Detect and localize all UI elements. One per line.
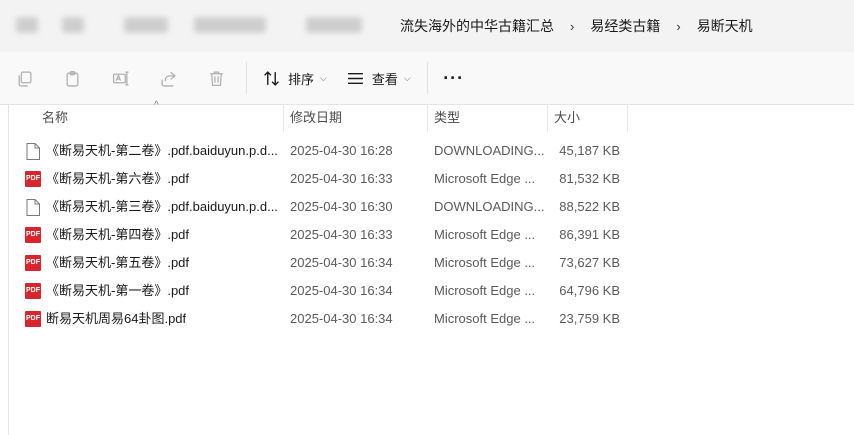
pdf-badge: PDF: [25, 171, 41, 187]
file-size: 45,187 KB: [559, 143, 620, 158]
pdf-icon: PDF: [24, 310, 42, 328]
file-size: 81,532 KB: [559, 171, 620, 186]
pdf-icon: PDF: [24, 170, 42, 188]
pdf-badge: PDF: [25, 283, 41, 299]
file-icon: [24, 198, 42, 216]
blurred-path: [0, 0, 390, 52]
file-name: 《断易天机-第五卷》.pdf: [46, 255, 190, 270]
copy-button[interactable]: [0, 58, 48, 98]
file-type: DOWNLOADING...: [434, 143, 545, 158]
file-date: 2025-04-30 16:34: [290, 255, 393, 270]
file-date: 2025-04-30 16:30: [290, 199, 393, 214]
file-name: 断易天机周易64卦图.pdf: [46, 311, 187, 326]
navigation-pane-border: [8, 104, 9, 435]
file-name-cell: 《断易天机-第三卷》.pdf.baiduyun.p.d...: [24, 193, 282, 221]
share-button[interactable]: [144, 58, 192, 98]
file-name-cell: PDF 《断易天机-第一卷》.pdf: [24, 277, 282, 305]
more-options-button[interactable]: ···: [434, 58, 474, 98]
pdf-icon: PDF: [24, 254, 42, 272]
column-header-name[interactable]: 名称: [36, 104, 284, 132]
breadcrumb: 流失海外的中华古籍汇总 › 易经类古籍 › 易断天机: [392, 0, 761, 52]
file-row[interactable]: PDF 《断易天机-第六卷》.pdf 2025-04-30 16:33 Microso…: [24, 165, 628, 193]
pdf-badge: PDF: [25, 227, 41, 243]
rename-icon: [112, 70, 128, 86]
view-label: 查看: [371, 71, 398, 87]
file-name: 《断易天机-第六卷》.pdf: [46, 171, 190, 186]
file-date: 2025-04-30 16:28: [290, 143, 393, 158]
toolbar-divider: [246, 62, 247, 94]
rename-button[interactable]: [96, 58, 144, 98]
share-icon: [160, 71, 176, 87]
sort-menu-button[interactable]: 排序 ⌵: [253, 58, 337, 98]
file-list: ^ 名称 修改日期 类型 大小 《断易天机-第二卷》.pdf.baiduyun.…: [0, 100, 854, 435]
file-type: Microsoft Edge ...: [434, 227, 536, 242]
copy-icon: [18, 70, 32, 87]
file-size: 86,391 KB: [559, 227, 620, 242]
file-size: 73,627 KB: [559, 255, 620, 270]
view-menu-button[interactable]: 查看 ⌵: [337, 58, 421, 98]
sort-icon: [264, 70, 279, 86]
file-size: 64,796 KB: [559, 283, 620, 298]
file-date: 2025-04-30 16:34: [290, 311, 393, 326]
paste-button[interactable]: [48, 58, 96, 98]
toolbar-divider: [426, 62, 428, 94]
file-name: 《断易天机-第二卷》.pdf.baiduyun.p.d...: [46, 143, 278, 158]
sort-label: 排序: [288, 71, 315, 87]
pdf-icon: PDF: [24, 282, 42, 300]
file-name: 《断易天机-第一卷》.pdf: [46, 283, 190, 298]
pdf-badge: PDF: [25, 311, 41, 327]
delete-button[interactable]: [192, 58, 240, 98]
file-row[interactable]: PDF 《断易天机-第一卷》.pdf 2025-04-30 16:34 Microso…: [24, 277, 628, 305]
breadcrumb-item[interactable]: 易断天机: [689, 16, 761, 36]
file-name: 《断易天机-第四卷》.pdf: [46, 227, 190, 242]
file-date: 2025-04-30 16:34: [290, 283, 393, 298]
chevron-down-icon: ⌵: [403, 72, 411, 83]
file-date: 2025-04-30 16:33: [290, 171, 393, 186]
chevron-right-icon[interactable]: ›: [562, 19, 582, 34]
file-name: 《断易天机-第三卷》.pdf.baiduyun.p.d...: [46, 199, 278, 214]
file-row[interactable]: 《断易天机-第二卷》.pdf.baiduyun.p.d... 2025-04-30…: [24, 137, 628, 165]
pdf-icon: PDF: [24, 226, 42, 244]
file-icon: [24, 142, 42, 160]
chevron-down-icon: ⌵: [320, 72, 327, 83]
file-row[interactable]: PDF 《断易天机-第五卷》.pdf 2025-04-30 16:34 Microso…: [24, 249, 628, 277]
address-bar[interactable]: 流失海外的中华古籍汇总 › 易经类古籍 › 易断天机: [0, 0, 854, 52]
breadcrumb-item[interactable]: 流失海外的中华古籍汇总: [392, 16, 562, 36]
file-type: Microsoft Edge ...: [434, 255, 536, 270]
file-name-cell: PDF 《断易天机-第四卷》.pdf: [24, 221, 282, 249]
command-bar: 排序 ⌵ 查看 ⌵ ···: [0, 52, 854, 105]
file-type: Microsoft Edge ...: [434, 171, 536, 186]
file-type: Microsoft Edge ...: [434, 311, 536, 326]
pdf-badge: PDF: [25, 255, 41, 271]
file-name-cell: PDF 断易天机周易64卦图.pdf: [24, 305, 282, 333]
file-type: DOWNLOADING...: [434, 199, 545, 214]
paste-icon: [66, 70, 78, 87]
column-header-size[interactable]: 大小: [548, 104, 628, 132]
file-name-cell: PDF 《断易天机-第五卷》.pdf: [24, 249, 282, 277]
column-header-type[interactable]: 类型: [428, 104, 548, 132]
delete-icon: [209, 70, 223, 86]
file-row[interactable]: PDF 断易天机周易64卦图.pdf 2025-04-30 16:34 Microso…: [24, 305, 628, 333]
file-date: 2025-04-30 16:33: [290, 227, 393, 242]
file-name-cell: 《断易天机-第二卷》.pdf.baiduyun.p.d...: [24, 137, 282, 165]
file-row[interactable]: PDF 《断易天机-第四卷》.pdf 2025-04-30 16:33 Microso…: [24, 221, 628, 249]
file-size: 88,522 KB: [559, 199, 620, 214]
breadcrumb-item[interactable]: 易经类古籍: [582, 16, 668, 36]
file-size: 23,759 KB: [559, 311, 620, 326]
view-icon: [347, 72, 363, 84]
chevron-right-icon[interactable]: ›: [668, 19, 688, 34]
file-row[interactable]: 《断易天机-第三卷》.pdf.baiduyun.p.d... 2025-04-30…: [24, 193, 628, 221]
column-header-date[interactable]: 修改日期: [284, 104, 428, 132]
file-name-cell: PDF 《断易天机-第六卷》.pdf: [24, 165, 282, 193]
file-type: Microsoft Edge ...: [434, 283, 536, 298]
column-header-row: 名称 修改日期 类型 大小: [0, 104, 628, 132]
